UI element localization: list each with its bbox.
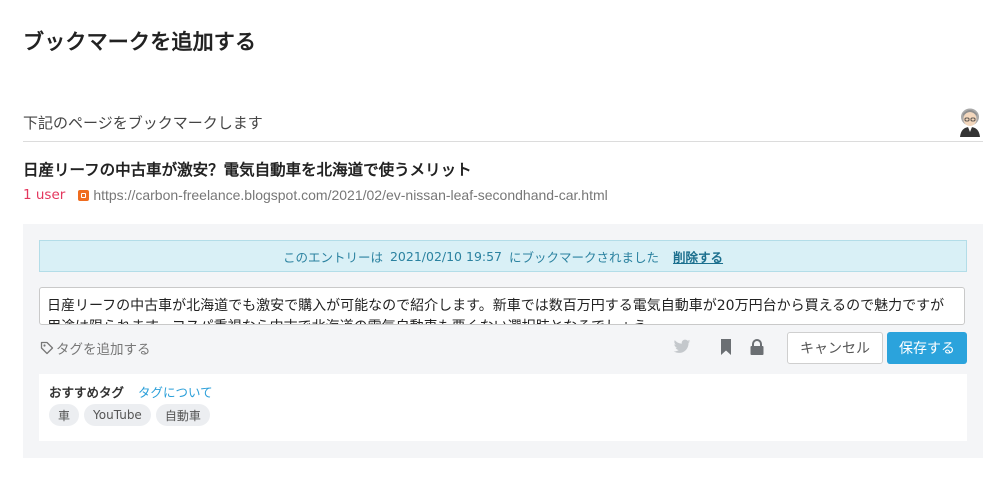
notice-timestamp: 2021/02/10 19:57 <box>389 248 503 264</box>
recommended-tags: おすすめタグ タグについて 車 YouTube 自動車 <box>39 374 967 441</box>
recommended-tag[interactable]: YouTube <box>84 404 151 426</box>
entry-url[interactable]: https://carbon-freelance.blogspot.com/20… <box>93 187 607 203</box>
bookmarked-notice: このエントリーは 2021/02/10 19:57 にブックマークされました 削… <box>39 240 967 272</box>
entry-meta: 1 user https://carbon-freelance.blogspot… <box>23 186 608 204</box>
bookmark-icon[interactable] <box>720 339 732 355</box>
cancel-button[interactable]: キャンセル <box>787 332 883 364</box>
notice-suffix: にブックマークされました <box>509 249 660 265</box>
recommended-tags-header: おすすめタグ タグについて <box>49 382 213 401</box>
notice-prefix: このエントリーは <box>282 249 383 265</box>
save-button[interactable]: 保存する <box>887 332 967 364</box>
section-header: 下記のページをブックマークします <box>23 104 983 142</box>
lock-icon[interactable] <box>749 339 765 355</box>
add-tag-button[interactable]: タグを追加する <box>40 338 151 358</box>
comment-input[interactable]: 日産リーフの中古車が北海道でも激安で購入が可能なので紹介します。新車では数百万円… <box>39 287 965 325</box>
tag-icon <box>40 341 54 355</box>
recommended-tag[interactable]: 車 <box>49 404 80 426</box>
recommended-tag[interactable]: 自動車 <box>155 404 210 426</box>
page-title: ブックマークを追加する <box>23 30 257 54</box>
bookmark-form-panel: このエントリーは 2021/02/10 19:57 にブックマークされました 削… <box>23 224 983 458</box>
twitter-icon[interactable] <box>673 339 691 355</box>
user-count[interactable]: 1 user <box>23 187 65 203</box>
add-tag-label: タグを追加する <box>56 342 151 358</box>
recommended-tag-list: 車 YouTube 自動車 <box>49 404 210 426</box>
user-avatar[interactable] <box>957 107 983 137</box>
about-tags-link[interactable]: タグについて <box>138 385 213 400</box>
entry-title[interactable]: 日産リーフの中古車が激安？電気自動車を北海道で使うメリット <box>23 158 472 180</box>
delete-bookmark-link[interactable]: 削除する <box>673 247 723 266</box>
section-header-text: 下記のページをブックマークします <box>23 114 263 132</box>
blogger-icon <box>78 189 90 201</box>
recommended-tags-label: おすすめタグ <box>49 385 125 400</box>
